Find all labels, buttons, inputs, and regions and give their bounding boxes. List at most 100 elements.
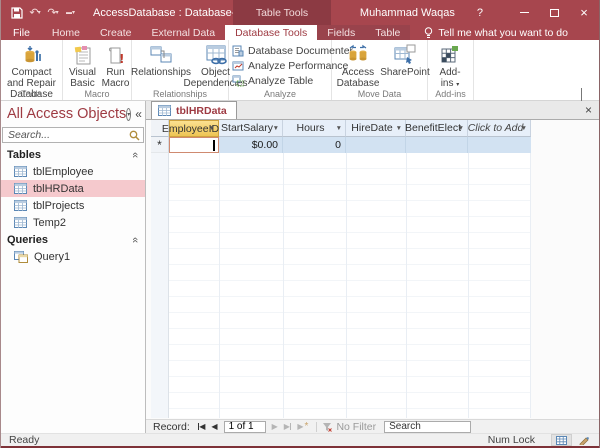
record-search-box[interactable]: Search: [384, 420, 472, 433]
filter-label: No Filter: [336, 420, 377, 433]
analyze-table-label: Analyze Table: [248, 75, 314, 87]
cell-hiredate[interactable]: [346, 137, 406, 153]
cell-employeeid[interactable]: [169, 137, 219, 153]
column-dropdown-icon[interactable]: ▼: [458, 125, 464, 132]
collapse-group-icon[interactable]: «: [129, 152, 141, 158]
cell-startsalary[interactable]: $0.00: [219, 137, 283, 153]
addins-button[interactable]: Add-ins ▾: [431, 42, 469, 92]
ribbon-group-tools: Compact and Repair Database Tools: [1, 40, 63, 100]
column-header-hiredate[interactable]: HireDate ▼: [346, 120, 406, 137]
cell-click-to-add[interactable]: [468, 137, 531, 153]
filter-status[interactable]: No Filter: [322, 421, 376, 433]
nav-search-placeholder: Search...: [8, 129, 51, 141]
sharepoint-button[interactable]: SharePoint: [380, 42, 430, 79]
status-text: Ready: [9, 434, 40, 446]
table-icon: [14, 217, 27, 228]
customize-qat-icon[interactable]: ▬▾: [63, 5, 79, 21]
tab-external-data[interactable]: External Data: [141, 25, 225, 40]
visual-basic-button[interactable]: Visual Basic: [66, 42, 99, 90]
nav-item-label: tblEmployee: [33, 165, 94, 178]
previous-record-icon[interactable]: ◀: [211, 422, 217, 431]
redo-icon[interactable]: ↷ ▾: [45, 5, 61, 21]
nav-group-queries[interactable]: Queries «: [1, 231, 145, 248]
nav-item-label: tblProjects: [33, 199, 85, 212]
table-icon: [158, 105, 171, 116]
nav-item-query1[interactable]: Query1: [1, 248, 145, 265]
column-header-hours[interactable]: Hours ▼: [283, 120, 346, 137]
design-view-icon: [579, 436, 589, 445]
title-bar: ↶ ▾ ↷ ▾ ▬▾ AccessDatabase : Database- C:\U…: [1, 0, 599, 25]
cell-benefitelect[interactable]: [406, 137, 468, 153]
visual-basic-icon: [73, 43, 93, 67]
nav-item-tblhrdata[interactable]: tblHRData: [1, 180, 145, 197]
access-database-label: Access Database: [336, 67, 380, 89]
contextual-tab-group: Fields Table: [317, 25, 411, 40]
column-header-employeeid[interactable]: EmployeeID ▼: [162, 120, 219, 137]
undo-icon[interactable]: ↶ ▾: [27, 5, 43, 21]
close-document-icon[interactable]: ×: [585, 104, 592, 116]
maximize-button[interactable]: [539, 0, 569, 25]
relationships-button[interactable]: Relationships: [131, 42, 191, 79]
close-button[interactable]: ×: [569, 0, 599, 25]
nav-item-tblprojects[interactable]: tblProjects: [1, 197, 145, 214]
group-label-relationships: Relationships: [152, 89, 208, 99]
tab-table[interactable]: Table: [365, 25, 410, 40]
tab-create[interactable]: Create: [90, 25, 142, 40]
run-macro-button[interactable]: ! Run Macro: [99, 42, 132, 90]
account-name[interactable]: Muhammad Waqas: [360, 7, 455, 19]
nav-pane-menu-icon[interactable]: ▾: [126, 107, 132, 121]
new-record-selector[interactable]: *: [151, 137, 169, 153]
tab-file[interactable]: File: [1, 25, 42, 40]
search-icon: [129, 130, 140, 141]
column-header-benefitelect[interactable]: BenefitElect ▼: [405, 120, 468, 137]
svg-text:!: !: [119, 52, 124, 66]
column-dropdown-icon[interactable]: ▼: [273, 125, 279, 132]
tab-home[interactable]: Home: [42, 25, 90, 40]
sharepoint-icon: [393, 43, 417, 67]
column-header-startsalary[interactable]: StartSalary ▼: [219, 120, 283, 137]
collapse-ribbon-icon[interactable]: [581, 88, 589, 101]
last-record-icon[interactable]: ▶: [284, 422, 292, 431]
access-database-icon: [346, 43, 370, 67]
nav-item-tblemployee[interactable]: tblEmployee: [1, 163, 145, 180]
record-search-placeholder: Search: [389, 421, 421, 432]
document-tab-label: tblHRData: [176, 104, 227, 117]
nav-search-box[interactable]: Search...: [2, 127, 144, 143]
record-position[interactable]: 1 of 1: [223, 420, 266, 433]
column-label: Hours: [296, 122, 325, 134]
group-label-analyze: Analyze: [263, 89, 297, 99]
column-dropdown-icon[interactable]: ▼: [209, 125, 215, 132]
nav-item-temp2[interactable]: Temp2: [1, 214, 145, 231]
help-icon[interactable]: ?: [477, 7, 483, 19]
next-record-icon[interactable]: ▶: [272, 422, 278, 431]
column-header-click-to-add[interactable]: Click to Add ▼: [468, 120, 531, 137]
document-tab-tblhrdata[interactable]: tblHRData: [151, 101, 237, 119]
first-record-icon[interactable]: ◀: [197, 422, 205, 431]
new-record-icon[interactable]: ▶ *: [297, 421, 308, 431]
tab-database-tools[interactable]: Database Tools: [225, 25, 318, 40]
addins-icon: [440, 43, 460, 67]
table-icon: [14, 183, 27, 194]
ribbon-tab-row: File Home Create External Data Database …: [1, 25, 599, 40]
nav-group-tables[interactable]: Tables «: [1, 146, 145, 163]
column-dropdown-icon[interactable]: ▼: [521, 125, 527, 132]
tab-fields[interactable]: Fields: [317, 25, 365, 40]
group-label-tools: Tools: [20, 89, 42, 99]
datasheet-view-button[interactable]: [551, 434, 572, 446]
column-dropdown-icon[interactable]: ▼: [396, 125, 402, 132]
relationships-label: Relationships: [130, 67, 192, 78]
filter-icon: [323, 422, 333, 432]
contextual-tools-label: Table Tools: [233, 0, 331, 25]
column-dropdown-icon[interactable]: ▼: [336, 125, 342, 132]
design-view-button[interactable]: [574, 434, 595, 446]
datasheet-empty-grid[interactable]: [151, 153, 531, 418]
queries-group-label: Queries: [7, 234, 48, 246]
tell-me-box[interactable]: Tell me what you want to do: [410, 25, 568, 40]
shutter-bar-icon[interactable]: «: [135, 108, 142, 120]
record-navigation-bar: Record: ◀ ◀ 1 of 1 ▶ ▶ ▶ * No Filter Sear…: [146, 419, 599, 433]
minimize-button[interactable]: [509, 0, 539, 25]
collapse-group-icon[interactable]: «: [129, 237, 141, 243]
cell-hours[interactable]: 0: [283, 137, 346, 153]
access-database-button[interactable]: Access Database: [335, 42, 381, 90]
save-icon[interactable]: [9, 5, 25, 21]
